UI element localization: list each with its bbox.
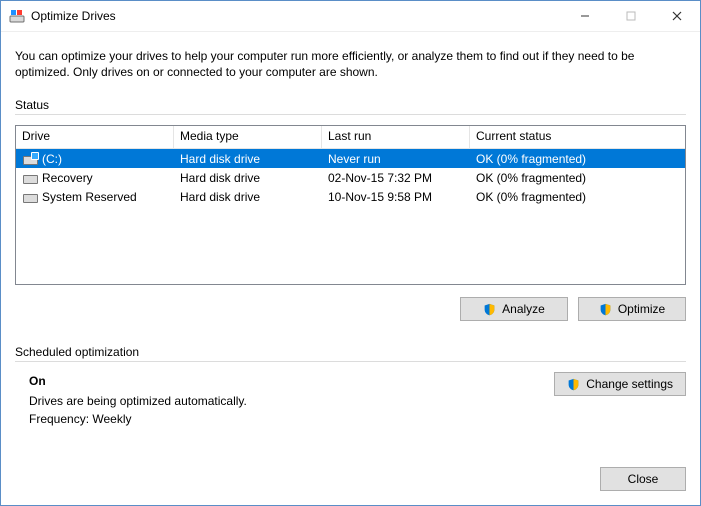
col-header-drive[interactable]: Drive [16,126,174,149]
description-text: You can optimize your drives to help you… [15,48,686,80]
drive-name: Recovery [42,171,93,185]
cell-last-run: 10-Nov-15 9:58 PM [322,190,470,204]
shield-icon [567,378,580,391]
col-header-media[interactable]: Media type [174,126,322,149]
drive-name: (C:) [42,152,62,166]
app-icon [9,8,25,24]
cell-drive: (C:) [16,152,174,166]
col-header-last[interactable]: Last run [322,126,470,149]
window-title: Optimize Drives [31,9,116,23]
cell-last-run: 02-Nov-15 7:32 PM [322,171,470,185]
cell-drive: System Reserved [16,190,174,204]
scheduled-group-label: Scheduled optimization [15,345,686,359]
drive-icon [22,152,38,166]
divider [15,361,686,362]
status-group-label: Status [15,98,686,112]
minimize-button[interactable] [562,1,608,32]
cell-media: Hard disk drive [174,152,322,166]
optimize-label: Optimize [618,302,665,316]
shield-icon [483,303,496,316]
table-row[interactable]: (C:) Hard disk driveNever runOK (0% fragm… [16,149,685,168]
cell-status: OK (0% fragmented) [470,171,685,185]
change-settings-button[interactable]: Change settings [554,372,686,396]
close-button[interactable]: Close [600,467,686,491]
col-header-status[interactable]: Current status [470,126,685,149]
analyze-button[interactable]: Analyze [460,297,568,321]
drives-table: Drive Media type Last run Current status… [15,125,686,285]
cell-media: Hard disk drive [174,190,322,204]
schedule-freq: Frequency: Weekly [29,412,554,426]
change-settings-label: Change settings [586,377,673,391]
shield-icon [599,303,612,316]
table-row[interactable]: Recovery Hard disk drive02-Nov-15 7:32 PM… [16,168,685,187]
drive-icon [22,171,38,185]
divider [15,114,686,115]
analyze-label: Analyze [502,302,545,316]
drive-name: System Reserved [42,190,137,204]
cell-status: OK (0% fragmented) [470,152,685,166]
close-window-button[interactable] [654,1,700,32]
close-label: Close [628,472,659,486]
cell-status: OK (0% fragmented) [470,190,685,204]
titlebar: Optimize Drives [1,1,700,32]
drive-icon [22,190,38,204]
table-header: Drive Media type Last run Current status [16,126,685,149]
table-row[interactable]: System Reserved Hard disk drive10-Nov-15 … [16,187,685,206]
cell-media: Hard disk drive [174,171,322,185]
optimize-button[interactable]: Optimize [578,297,686,321]
cell-last-run: Never run [322,152,470,166]
schedule-state: On [29,374,554,388]
schedule-desc: Drives are being optimized automatically… [29,394,554,408]
maximize-button [608,1,654,32]
cell-drive: Recovery [16,171,174,185]
